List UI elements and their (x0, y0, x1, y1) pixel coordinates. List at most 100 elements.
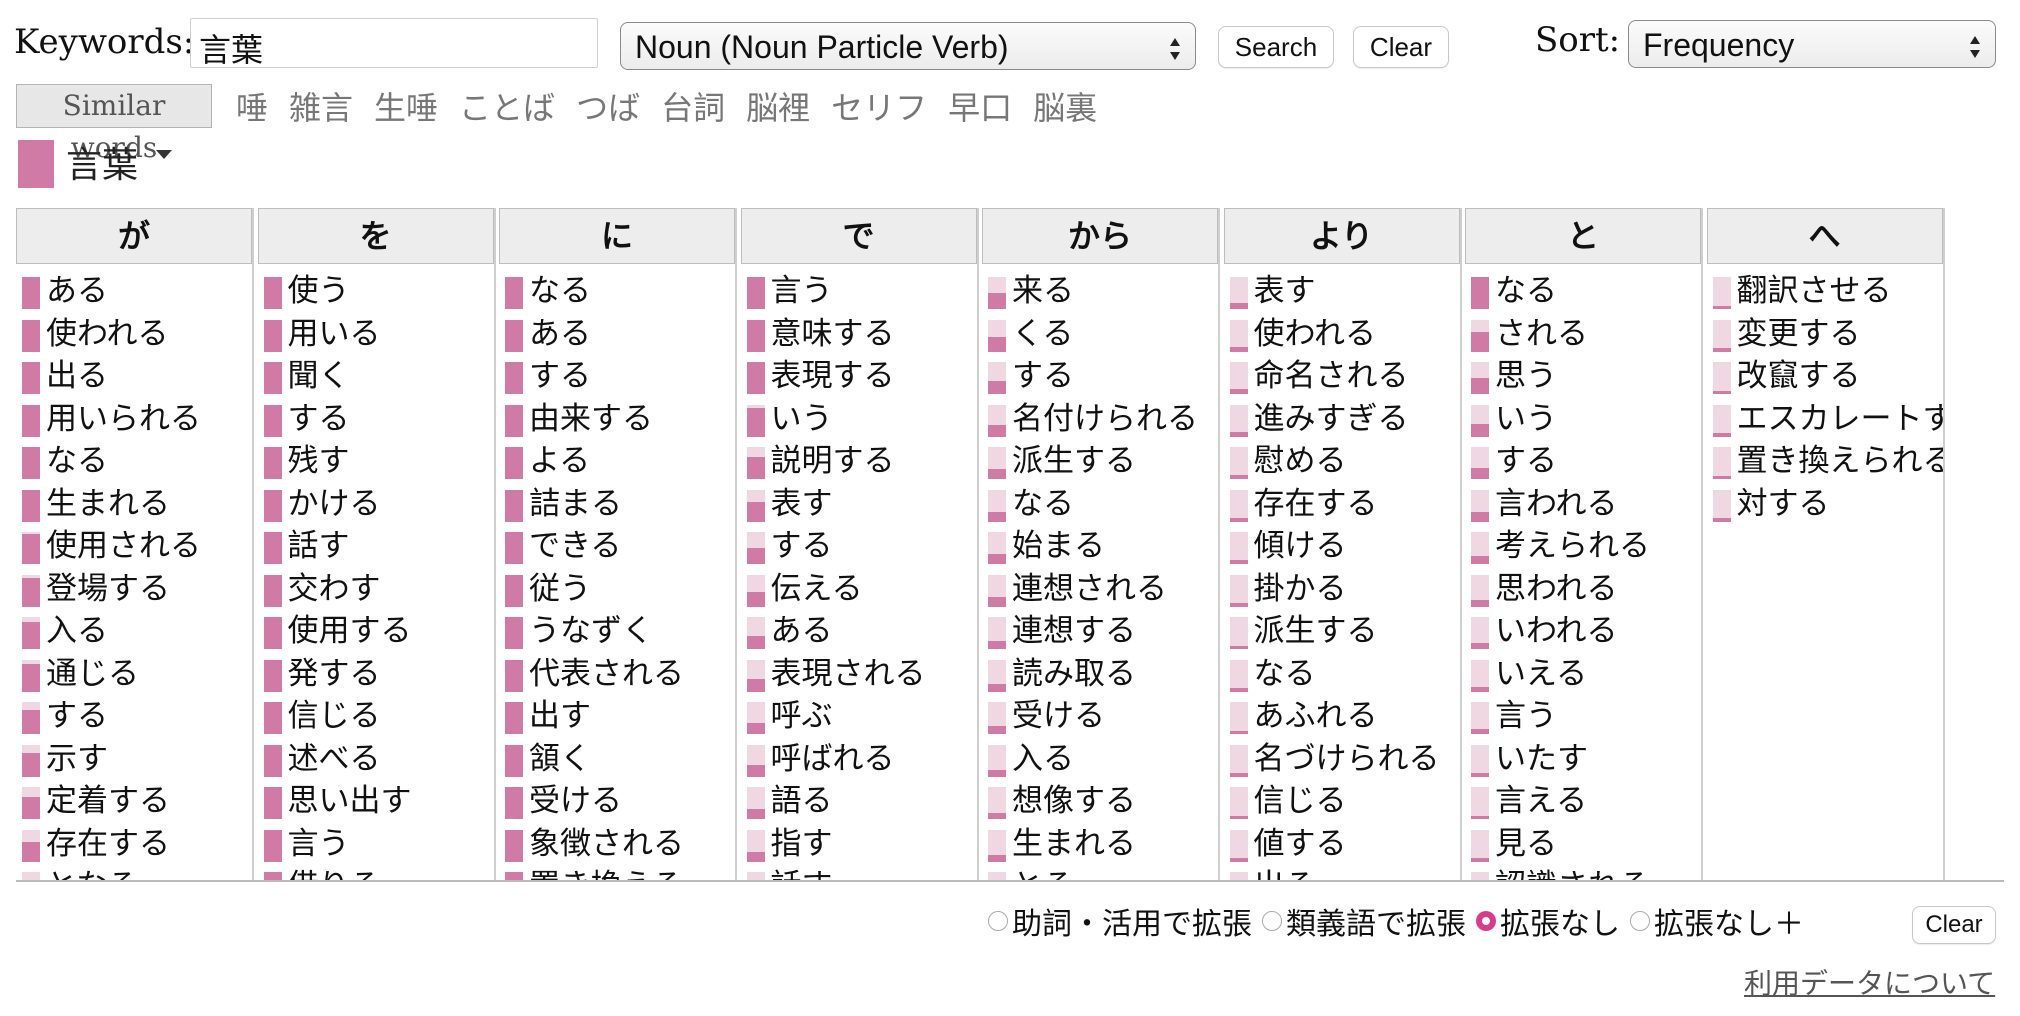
verb-label[interactable]: なる (46, 440, 108, 482)
verb-label[interactable]: 想像する (1012, 780, 1136, 822)
collocation-row[interactable]: 交わす (258, 568, 494, 611)
collocation-row[interactable]: 命名される (1224, 355, 1460, 398)
mode-select[interactable]: Noun (Noun Particle Verb) (620, 22, 1196, 70)
verb-label[interactable]: 使われる (1254, 313, 1376, 355)
collocation-row[interactable]: する (16, 695, 252, 738)
collocation-row[interactable]: エスカレートする (1707, 398, 1943, 441)
verb-label[interactable]: 言う (771, 270, 833, 312)
verb-label[interactable]: 連想する (1012, 610, 1136, 652)
verb-label[interactable]: 代表される (529, 653, 684, 695)
collocation-row[interactable]: 言う (1465, 695, 1701, 738)
collocation-row[interactable]: 表す (741, 483, 977, 526)
collocation-row[interactable]: する (982, 355, 1218, 398)
collocation-row[interactable]: 掛かる (1224, 568, 1460, 611)
collocation-row[interactable]: 認識される (1465, 865, 1701, 880)
collocation-row[interactable]: 象徴される (499, 823, 735, 866)
radio-unchecked-icon[interactable] (988, 911, 1008, 931)
verb-label[interactable]: 置き換える (529, 865, 683, 880)
collocation-row[interactable]: 出す (499, 695, 735, 738)
collocation-row[interactable]: なる (982, 483, 1218, 526)
verb-label[interactable]: 入る (1012, 738, 1074, 780)
collocation-row[interactable]: する (258, 398, 494, 441)
collocation-row[interactable]: 思う (1465, 355, 1701, 398)
verb-label[interactable]: 見る (1495, 823, 1557, 865)
collocation-row[interactable]: 表す (1224, 270, 1460, 313)
verb-label[interactable]: 残す (288, 440, 350, 482)
verb-label[interactable]: 使われる (46, 313, 168, 355)
verb-label[interactable]: 変更する (1737, 313, 1861, 355)
collocation-row[interactable]: 変更する (1707, 313, 1943, 356)
similar-word-link[interactable]: 脳裡 (746, 83, 810, 129)
collocation-row[interactable]: いう (741, 398, 977, 441)
verb-label[interactable]: 命名される (1254, 355, 1409, 397)
collocation-row[interactable]: 連想される (982, 568, 1218, 611)
verb-label[interactable]: 信じる (1254, 780, 1347, 822)
collocation-row[interactable]: 出る (16, 355, 252, 398)
verb-label[interactable]: 言われる (1495, 483, 1617, 525)
verb-label[interactable]: 使用する (288, 610, 412, 652)
verb-label[interactable]: なる (1254, 653, 1316, 695)
collocation-row[interactable]: 信じる (258, 695, 494, 738)
verb-label[interactable]: 言える (1495, 780, 1587, 822)
collocation-row[interactable]: 受ける (982, 695, 1218, 738)
verb-label[interactable]: する (46, 695, 108, 737)
verb-label[interactable]: ある (771, 610, 833, 652)
verb-label[interactable]: かける (288, 483, 381, 525)
collocation-row[interactable]: 信じる (1224, 780, 1460, 823)
collocation-row[interactable]: 話す (258, 525, 494, 568)
collocation-row[interactable]: 話す (741, 865, 977, 880)
verb-label[interactable]: くる (1012, 313, 1073, 355)
collocation-row[interactable]: 始まる (982, 525, 1218, 568)
radio-checked-icon[interactable] (1476, 911, 1496, 931)
similar-word-link[interactable]: 唾 (236, 83, 268, 129)
collocation-row[interactable]: される (1465, 313, 1701, 356)
verb-label[interactable]: なる (1495, 270, 1557, 312)
particle-header[interactable]: へ (1706, 208, 1943, 264)
verb-label[interactable]: 象徴される (529, 823, 684, 865)
verb-label[interactable]: 語る (771, 780, 833, 822)
similar-word-link[interactable]: つば (576, 83, 640, 129)
verb-label[interactable]: 名づけられる (1254, 738, 1440, 780)
verb-label[interactable]: 由来する (529, 398, 653, 440)
collocation-row[interactable]: 翻訳させる (1707, 270, 1943, 313)
verb-label[interactable]: いう (1495, 398, 1557, 440)
collocation-row[interactable]: なる (1224, 653, 1460, 696)
collocation-row[interactable]: 出る (1224, 865, 1460, 880)
particle-header[interactable]: と (1465, 208, 1701, 264)
collocation-row[interactable]: 示す (16, 738, 252, 781)
collocation-row[interactable]: 借りる (258, 865, 494, 880)
verb-label[interactable]: いわれる (1495, 610, 1617, 652)
verb-label[interactable]: 受ける (529, 780, 622, 822)
collocation-row[interactable]: 改竄する (1707, 355, 1943, 398)
collocation-row[interactable]: 名付けられる (982, 398, 1218, 441)
particle-header[interactable]: で (740, 208, 977, 264)
verb-label[interactable]: 交わす (288, 568, 381, 610)
verb-label[interactable]: 呼ばれる (771, 738, 895, 780)
verb-label[interactable]: 連想される (1012, 568, 1167, 610)
collocation-row[interactable]: 定着する (16, 780, 252, 823)
verb-label[interactable]: される (1495, 313, 1588, 355)
verb-label[interactable]: 生まれる (46, 483, 170, 525)
verb-label[interactable]: する (288, 398, 350, 440)
particle-header[interactable]: に (499, 208, 735, 264)
verb-label[interactable]: 来る (1012, 270, 1074, 312)
verb-label[interactable]: 使う (288, 270, 350, 312)
sort-select[interactable]: Frequency (1628, 20, 1996, 68)
collocation-row[interactable]: 頷く (499, 738, 735, 781)
verb-label[interactable]: なる (529, 270, 591, 312)
caret-down-icon[interactable] (156, 150, 172, 159)
clear-options-button[interactable]: Clear (1912, 906, 1996, 944)
collocation-row[interactable]: する (1465, 440, 1701, 483)
expansion-radio[interactable]: 類義語で拡張 (1262, 899, 1466, 943)
collocation-row[interactable]: 思われる (1465, 568, 1701, 611)
similar-word-link[interactable]: ことば (459, 83, 555, 129)
verb-label[interactable]: 表現される (771, 653, 926, 695)
verb-label[interactable]: する (1495, 440, 1557, 482)
verb-label[interactable]: 考えられる (1495, 525, 1650, 567)
collocation-row[interactable]: 想像する (982, 780, 1218, 823)
collocation-row[interactable]: 対する (1707, 483, 1943, 526)
collocation-row[interactable]: 入る (16, 610, 252, 653)
verb-label[interactable]: 値する (1254, 823, 1347, 865)
verb-label[interactable]: いたす (1495, 738, 1588, 780)
collocation-row[interactable]: 置き換えられる (1707, 440, 1943, 483)
